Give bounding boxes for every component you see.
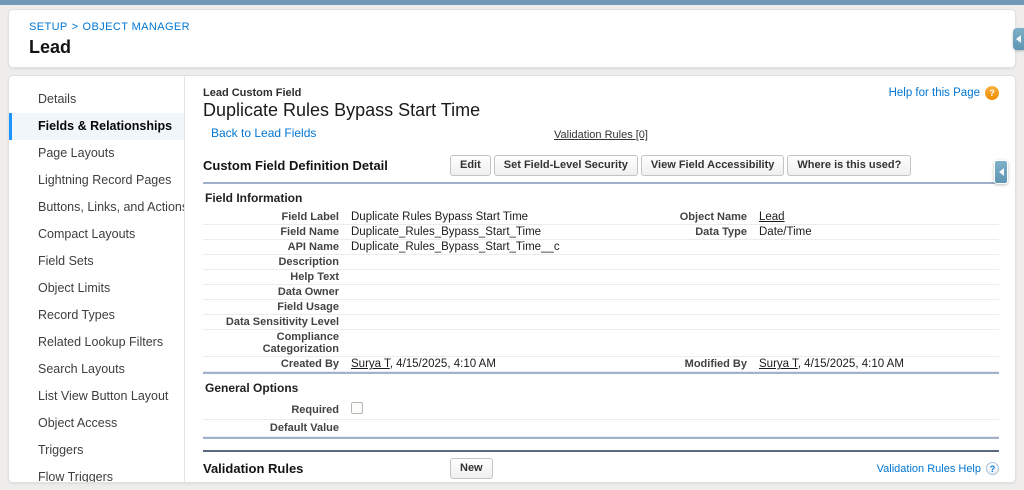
- required-value: [351, 402, 651, 417]
- row-label: Data Sensitivity Level: [225, 316, 339, 328]
- custom-field-definition-header: Custom Field Definition Detail Edit Set …: [203, 155, 999, 184]
- sidebar-item-list-view-button-layout[interactable]: List View Button Layout: [9, 383, 184, 410]
- sidebar-item-triggers[interactable]: Triggers: [9, 437, 184, 464]
- field-row-created-modified-by: Created By Surya T, 4/15/2025, 4:10 AM M…: [203, 357, 999, 372]
- sidebar-item-flow-triggers[interactable]: Flow Triggers: [9, 464, 184, 483]
- row-label: Field Usage: [277, 301, 339, 313]
- row-label: Field Name: [280, 226, 339, 238]
- where-is-this-used-button[interactable]: Where is this used?: [787, 155, 912, 176]
- row-label: API Name: [287, 241, 339, 253]
- field-row-data-owner: Data Owner: [203, 285, 999, 300]
- validation-rules-title: Validation Rules: [203, 461, 304, 476]
- setup-header-card: SETUP > OBJECT MANAGER Lead: [8, 9, 1016, 68]
- new-validation-rule-button[interactable]: New: [450, 458, 493, 479]
- row-label: Modified By: [684, 358, 747, 370]
- field-detail-content: Help for this Page ? Lead Custom Field D…: [185, 76, 1015, 482]
- entity-type-label: Lead Custom Field: [203, 87, 302, 99]
- row-label: Description: [278, 256, 339, 268]
- sidebar-item-record-types[interactable]: Record Types: [9, 302, 184, 329]
- sidebar-item-buttons-links-actions[interactable]: Buttons, Links, and Actions: [9, 194, 184, 221]
- modified-by-value: Surya T, 4/15/2025, 4:10 AM: [759, 358, 999, 370]
- field-title: Duplicate Rules Bypass Start Time: [203, 100, 481, 120]
- sidebar-item-lightning-record-pages[interactable]: Lightning Record Pages: [9, 167, 184, 194]
- detail-section-title: Custom Field Definition Detail: [203, 158, 388, 173]
- field-row-field-label: Field Label Duplicate Rules Bypass Start…: [203, 210, 999, 225]
- field-row-description: Description: [203, 255, 999, 270]
- back-to-lead-fields-link[interactable]: Back to Lead Fields: [211, 126, 316, 140]
- created-by-user-link[interactable]: Surya T: [351, 358, 390, 370]
- detail-action-buttons: Edit Set Field-Level Security View Field…: [450, 155, 912, 176]
- required-checkbox[interactable]: [351, 402, 363, 414]
- help-for-this-page-link[interactable]: Help for this Page ?: [889, 86, 999, 100]
- row-label: Help Text: [290, 271, 339, 283]
- created-by-datetime: , 4/15/2025, 4:10 AM: [389, 358, 496, 370]
- help-link-label: Help for this Page: [888, 87, 980, 99]
- object-sidebar: Details Fields & Relationships Page Layo…: [9, 76, 185, 482]
- general-options-table: Required Default Value: [203, 400, 999, 439]
- row-label: Object Name: [679, 211, 747, 223]
- modified-by-user-link[interactable]: Surya T: [759, 358, 798, 370]
- sidebar-item-related-lookup-filters[interactable]: Related Lookup Filters: [9, 329, 184, 356]
- validation-rules-jump-link[interactable]: Validation Rules [0]: [554, 129, 648, 141]
- set-field-level-security-button[interactable]: Set Field-Level Security: [493, 155, 638, 176]
- sidebar-item-page-layouts[interactable]: Page Layouts: [9, 140, 184, 167]
- modified-by-datetime: , 4/15/2025, 4:10 AM: [797, 358, 904, 370]
- breadcrumb-separator: >: [71, 21, 79, 33]
- field-row-field-usage: Field Usage: [203, 300, 999, 315]
- breadcrumb-object-manager-link[interactable]: OBJECT MANAGER: [83, 21, 190, 33]
- chevron-left-icon: [1016, 35, 1021, 43]
- api-name-value: Duplicate_Rules_Bypass_Start_Time__c: [351, 241, 560, 253]
- sidebar-item-search-layouts[interactable]: Search Layouts: [9, 356, 184, 383]
- sidebar-item-fields-relationships[interactable]: Fields & Relationships: [9, 113, 184, 140]
- field-row-api-name: API Name Duplicate_Rules_Bypass_Start_Ti…: [203, 240, 999, 255]
- view-field-accessibility-button[interactable]: View Field Accessibility: [640, 155, 785, 176]
- sidebar-item-field-sets[interactable]: Field Sets: [9, 248, 184, 275]
- validation-rules-help-link[interactable]: Validation Rules Help ?: [877, 462, 999, 475]
- field-row-field-name: Field Name Duplicate_Rules_Bypass_Start_…: [203, 225, 999, 240]
- default-value-row: Default Value: [203, 420, 999, 437]
- help-panel-collapse-tab[interactable]: [1013, 28, 1024, 50]
- breadcrumb-setup-link[interactable]: SETUP: [29, 21, 68, 33]
- sidebar-item-object-access[interactable]: Object Access: [9, 410, 184, 437]
- field-information-table: Field Label Duplicate Rules Bypass Start…: [203, 210, 999, 374]
- row-label: Field Label: [281, 211, 339, 223]
- row-label: Data Type: [695, 226, 747, 238]
- sidebar-item-details[interactable]: Details: [9, 86, 184, 113]
- row-label: Data Owner: [277, 286, 339, 298]
- field-label-value: Duplicate Rules Bypass Start Time: [351, 211, 529, 223]
- field-name-value: Duplicate_Rules_Bypass_Start_Time: [351, 226, 542, 238]
- breadcrumb: SETUP > OBJECT MANAGER: [29, 21, 995, 33]
- validation-rules-header: Validation Rules New Validation Rules He…: [203, 452, 999, 482]
- field-row-help-text: Help Text: [203, 270, 999, 285]
- created-by-value: Surya T, 4/15/2025, 4:10 AM: [351, 358, 651, 370]
- general-options-title: General Options: [205, 381, 299, 395]
- object-title: Lead: [29, 37, 72, 57]
- field-row-data-sensitivity-level: Data Sensitivity Level: [203, 315, 999, 330]
- sidebar-item-object-limits[interactable]: Object Limits: [9, 275, 184, 302]
- validation-rules-help-icon[interactable]: ?: [986, 462, 999, 475]
- links-row: Back to Lead Fields Validation Rules [0]: [203, 124, 999, 141]
- row-label: Compliance Categorization: [262, 331, 339, 355]
- required-row: Required: [203, 400, 999, 420]
- edit-button[interactable]: Edit: [450, 155, 491, 176]
- object-name-value: Lead: [759, 211, 999, 223]
- field-row-compliance-categorization: Compliance Categorization: [203, 330, 999, 357]
- row-label: Required: [291, 403, 339, 416]
- top-brand-strip: [0, 0, 1024, 5]
- field-information-title: Field Information: [205, 191, 303, 205]
- page-help-icon[interactable]: ?: [985, 86, 999, 100]
- validation-rules-help-label: Validation Rules Help: [876, 462, 981, 475]
- sidebar-item-compact-layouts[interactable]: Compact Layouts: [9, 221, 184, 248]
- chevron-left-icon: [998, 168, 1004, 176]
- data-type-value: Date/Time: [759, 226, 812, 238]
- content-panel-collapse-tab[interactable]: [994, 160, 1008, 184]
- object-name-link[interactable]: Lead: [759, 211, 785, 223]
- row-label: Default Value: [269, 422, 339, 434]
- row-label: Created By: [280, 358, 339, 370]
- object-manager-panel: Details Fields & Relationships Page Layo…: [8, 75, 1016, 483]
- validation-rules-section: Validation Rules New Validation Rules He…: [203, 450, 999, 482]
